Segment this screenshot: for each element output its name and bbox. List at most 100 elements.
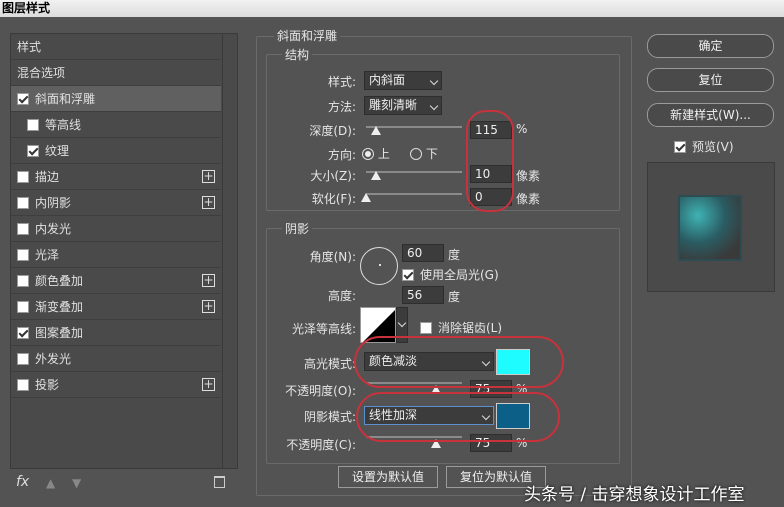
add-icon[interactable]: +: [202, 300, 215, 313]
preview-checkbox[interactable]: 预览(V): [674, 138, 734, 155]
checkbox-icon: [420, 322, 432, 334]
style-item-label: 纹理: [45, 144, 70, 158]
style-item-5[interactable]: 描边 +: [11, 164, 221, 190]
size-label: 大小(Z):: [310, 169, 356, 183]
checkbox-checked-icon: [402, 269, 414, 281]
trash-icon[interactable]: [214, 476, 225, 488]
annotation-circle: [356, 392, 560, 442]
style-item-11[interactable]: 图案叠加: [11, 320, 221, 346]
style-item-4[interactable]: 纹理: [11, 138, 221, 164]
altitude-unit: 度: [448, 290, 461, 304]
add-icon[interactable]: +: [202, 274, 215, 287]
altitude-input[interactable]: 56: [402, 286, 444, 304]
checkbox-checked-icon[interactable]: [17, 327, 29, 339]
checkbox-icon[interactable]: [17, 197, 29, 209]
shadow-mode-label: 阴影模式:: [303, 410, 356, 424]
angle-label: 角度(N):: [309, 250, 356, 264]
style-item-10[interactable]: 渐变叠加 +: [11, 294, 221, 320]
style-item-9[interactable]: 颜色叠加 +: [11, 268, 221, 294]
bevel-title: 斜面和浮雕: [274, 27, 341, 44]
radio-icon: [410, 148, 422, 160]
depth-slider-thumb[interactable]: [371, 126, 381, 135]
style-label: 样式:: [327, 75, 356, 89]
style-item-label: 渐变叠加: [35, 300, 84, 314]
checkbox-icon[interactable]: [17, 275, 29, 287]
angle-unit: 度: [448, 248, 461, 262]
depth-label: 深度(D):: [309, 124, 356, 138]
checkbox-icon[interactable]: [17, 379, 29, 391]
checkbox-checked-icon[interactable]: [17, 93, 29, 105]
soften-slider-thumb[interactable]: [361, 193, 371, 202]
move-down-icon[interactable]: ▼: [72, 476, 81, 490]
soften-unit: 像素: [516, 192, 541, 206]
checkbox-checked-icon[interactable]: [27, 145, 39, 157]
add-icon[interactable]: +: [202, 196, 215, 209]
watermark: 头条号 / 击穿想象设计工作室: [524, 485, 745, 505]
style-item-2[interactable]: 斜面和浮雕: [11, 86, 221, 112]
ok-button[interactable]: 确定: [647, 34, 774, 58]
add-icon[interactable]: +: [202, 378, 215, 391]
gloss-contour-label: 光泽等高线:: [291, 322, 356, 336]
checkbox-icon[interactable]: [17, 223, 29, 235]
preview-box: [647, 162, 775, 292]
style-item-8[interactable]: 光泽: [11, 242, 221, 268]
checkbox-icon[interactable]: [27, 119, 39, 131]
styles-list: 样式混合选项斜面和浮雕等高线纹理描边 + 内阴影 + 内发光 光泽颜色叠加 + 渐变叠加 + 图案…: [10, 33, 238, 469]
style-item-label: 样式: [17, 40, 42, 54]
method-select[interactable]: 雕刻清晰: [364, 96, 442, 115]
direction-down-radio[interactable]: 下: [410, 145, 438, 162]
checkbox-checked-icon: [674, 141, 686, 153]
checkbox-icon[interactable]: [17, 353, 29, 365]
annotation-circle: [466, 110, 514, 212]
new-style-button[interactable]: 新建样式(W)...: [647, 103, 774, 127]
style-item-label: 斜面和浮雕: [35, 92, 96, 106]
depth-unit: %: [516, 122, 528, 136]
style-item-13[interactable]: 投影 +: [11, 372, 221, 398]
method-label: 方法:: [327, 100, 356, 114]
angle-dial[interactable]: [360, 247, 398, 285]
shading-title: 阴影: [282, 220, 313, 237]
style-item-0[interactable]: 样式: [11, 34, 221, 60]
style-item-1[interactable]: 混合选项: [11, 60, 221, 86]
style-item-label: 内阴影: [35, 196, 72, 210]
altitude-label: 高度:: [327, 289, 356, 303]
style-item-label: 描边: [35, 170, 60, 184]
checkbox-icon[interactable]: [17, 249, 29, 261]
radio-selected-icon: [362, 148, 374, 160]
style-item-6[interactable]: 内阴影 +: [11, 190, 221, 216]
style-item-label: 等高线: [45, 118, 82, 132]
add-icon[interactable]: +: [202, 170, 215, 183]
style-select[interactable]: 内斜面: [364, 71, 442, 90]
checkbox-icon[interactable]: [17, 171, 29, 183]
move-up-icon[interactable]: ▲: [46, 476, 55, 490]
style-item-label: 颜色叠加: [35, 274, 84, 288]
size-unit: 像素: [516, 169, 541, 183]
styles-list-scrollbar[interactable]: [222, 34, 236, 468]
size-slider-thumb[interactable]: [371, 171, 381, 180]
antialias-checkbox[interactable]: 消除锯齿(L): [420, 319, 502, 336]
annotation-circle: [354, 336, 564, 388]
style-item-label: 混合选项: [17, 66, 66, 80]
highlight-opacity-label: 不透明度(O):: [285, 384, 356, 398]
highlight-mode-label: 高光模式:: [303, 357, 356, 371]
fx-icon[interactable]: fx: [16, 474, 29, 490]
checkbox-icon[interactable]: [17, 301, 29, 313]
reset-button[interactable]: 复位: [647, 68, 774, 92]
style-item-7[interactable]: 内发光: [11, 216, 221, 242]
make-default-button[interactable]: 设置为默认值: [338, 466, 438, 488]
style-item-label: 外发光: [35, 352, 72, 366]
chevron-down-icon: [397, 318, 407, 328]
window-title: 图层样式: [0, 0, 784, 17]
direction-up-radio[interactable]: 上: [362, 145, 390, 162]
global-light-checkbox[interactable]: 使用全局光(G): [402, 266, 499, 283]
preview-thumbnail: [678, 195, 742, 261]
angle-input[interactable]: 60: [402, 244, 444, 262]
style-item-label: 投影: [35, 378, 60, 392]
structure-title: 结构: [282, 46, 313, 63]
style-item-label: 图案叠加: [35, 326, 84, 340]
soften-slider-track[interactable]: [366, 193, 462, 195]
style-item-3[interactable]: 等高线: [11, 112, 221, 138]
soften-label: 软化(F):: [311, 192, 356, 206]
style-item-12[interactable]: 外发光: [11, 346, 221, 372]
direction-label: 方向:: [327, 148, 356, 162]
